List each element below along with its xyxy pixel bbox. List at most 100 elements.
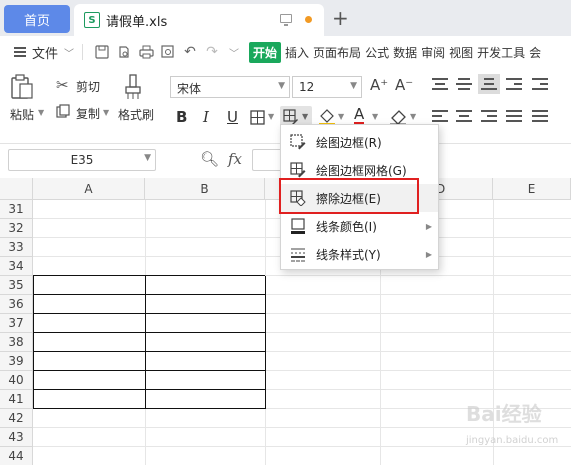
grow-font-button[interactable]: A⁺ xyxy=(370,76,388,94)
row-header-31[interactable]: 31 xyxy=(0,200,33,219)
tab-developer[interactable]: 开发工具 xyxy=(477,44,525,61)
scissors-icon[interactable]: ✂ xyxy=(56,76,69,94)
row-header-36[interactable]: 36 xyxy=(0,295,33,314)
format-painter-button[interactable] xyxy=(124,74,144,100)
name-box[interactable]: E35 ▼ xyxy=(8,149,156,171)
bordered-cell[interactable] xyxy=(146,390,266,409)
menu-item-line-style[interactable]: 线条样式(Y) ▶ xyxy=(281,240,438,268)
select-all-corner[interactable] xyxy=(0,178,33,200)
print-icon[interactable] xyxy=(135,42,157,62)
print-preview-icon[interactable] xyxy=(113,42,135,62)
indent-decrease-icon[interactable] xyxy=(506,78,522,90)
tab-data[interactable]: 数据 xyxy=(393,44,417,61)
bordered-cell[interactable] xyxy=(34,371,146,390)
clear-chevron-icon[interactable]: ▼ xyxy=(410,112,416,121)
borders-icon[interactable] xyxy=(250,110,265,128)
tab-review[interactable]: 审阅 xyxy=(421,44,445,61)
bordered-cell[interactable] xyxy=(34,352,146,371)
copy-button[interactable]: 复制 xyxy=(76,105,100,122)
search-preview-icon[interactable] xyxy=(157,42,179,62)
align-right-icon[interactable] xyxy=(481,110,497,122)
redo-icon[interactable]: ↷ xyxy=(201,42,223,62)
save-icon[interactable] xyxy=(91,42,113,62)
copy-chevron-icon[interactable]: ▼ xyxy=(103,108,109,117)
align-middle-icon[interactable] xyxy=(456,78,472,90)
shrink-font-button[interactable]: A⁻ xyxy=(395,76,413,94)
zoom-search-icon[interactable]: 🔍︎ xyxy=(200,150,219,168)
copy-icon[interactable] xyxy=(56,104,70,121)
align-left-icon[interactable] xyxy=(432,110,448,122)
bordered-cell[interactable] xyxy=(146,333,266,352)
italic-button[interactable]: I xyxy=(203,108,209,126)
cut-button[interactable]: 剪切 xyxy=(76,78,100,95)
fill-color-chevron-icon[interactable]: ▼ xyxy=(338,112,344,121)
more-chevron-icon[interactable]: ﹀ xyxy=(223,42,245,62)
column-header-a[interactable]: A xyxy=(33,178,145,200)
row-header-42[interactable]: 42 xyxy=(0,409,33,428)
row-header-44[interactable]: 44 xyxy=(0,447,33,465)
underline-button[interactable]: U xyxy=(227,108,238,126)
row-header-40[interactable]: 40 xyxy=(0,371,33,390)
bordered-range[interactable] xyxy=(33,275,266,409)
row-header-38[interactable]: 38 xyxy=(0,333,33,352)
row-header-41[interactable]: 41 xyxy=(0,390,33,409)
align-top-icon[interactable] xyxy=(432,78,448,90)
bordered-cell[interactable] xyxy=(146,352,266,371)
bordered-cell[interactable] xyxy=(34,333,146,352)
tab-formulas[interactable]: 公式 xyxy=(365,44,389,61)
row-header-43[interactable]: 43 xyxy=(0,428,33,447)
indent-increase-icon[interactable] xyxy=(532,78,548,90)
bordered-cell[interactable] xyxy=(146,371,266,390)
bordered-cell[interactable] xyxy=(146,314,266,333)
file-tab-label: 请假单.xls xyxy=(106,14,168,30)
paste-button[interactable] xyxy=(10,74,34,100)
tab-bar: 首页 S 请假单.xls + xyxy=(0,0,571,36)
tab-view[interactable]: 视图 xyxy=(449,44,473,61)
font-name-select[interactable]: 宋体 ▼ xyxy=(170,76,290,98)
bordered-cell[interactable] xyxy=(34,276,146,295)
row-header-37[interactable]: 37 xyxy=(0,314,33,333)
distribute-icon[interactable] xyxy=(532,110,548,122)
undo-icon[interactable]: ↶ xyxy=(179,42,201,62)
monitor-icon[interactable] xyxy=(280,14,292,26)
row-header-34[interactable]: 34 xyxy=(0,257,33,276)
menu-item-draw-border[interactable]: 绘图边框(R) xyxy=(281,128,438,156)
file-menu[interactable]: 文件 xyxy=(32,43,58,62)
submenu-arrow-icon: ▶ xyxy=(425,221,432,231)
tab-insert[interactable]: 插入 xyxy=(285,44,309,61)
new-tab-button[interactable]: + xyxy=(332,6,349,30)
column-header-b[interactable]: B xyxy=(145,178,265,200)
tab-page-layout[interactable]: 页面布局 xyxy=(313,44,361,61)
paste-label[interactable]: 粘贴 xyxy=(10,106,34,123)
fx-icon[interactable]: fx xyxy=(228,150,242,168)
chevron-down-icon: ▼ xyxy=(144,153,151,163)
bordered-cell[interactable] xyxy=(146,276,266,295)
hamburger-icon[interactable] xyxy=(14,47,26,57)
row-header-32[interactable]: 32 xyxy=(0,219,33,238)
home-tab[interactable]: 首页 xyxy=(4,5,70,33)
justify-icon[interactable] xyxy=(506,110,522,122)
clipboard-icon xyxy=(11,74,33,99)
row-header-33[interactable]: 33 xyxy=(0,238,33,257)
format-painter-label[interactable]: 格式刷 xyxy=(118,106,154,123)
bordered-cell[interactable] xyxy=(34,314,146,333)
font-size-select[interactable]: 12 ▼ xyxy=(292,76,362,98)
row-header-35[interactable]: 35 xyxy=(0,276,33,295)
formula-input[interactable] xyxy=(252,149,282,171)
align-center-icon[interactable] xyxy=(456,110,472,122)
borders-chevron-icon[interactable]: ▼ xyxy=(268,112,274,121)
tab-member[interactable]: 会 xyxy=(529,44,541,61)
bold-button[interactable]: B xyxy=(176,108,187,126)
font-color-chevron-icon[interactable]: ▼ xyxy=(372,112,378,121)
tab-start[interactable]: 开始 xyxy=(249,41,282,63)
chevron-down-icon[interactable]: ﹀ xyxy=(64,45,74,60)
column-header-e[interactable]: E xyxy=(493,178,571,200)
bordered-cell[interactable] xyxy=(34,390,146,409)
bordered-cell[interactable] xyxy=(146,295,266,314)
row-header-39[interactable]: 39 xyxy=(0,352,33,371)
font-color-button[interactable]: A xyxy=(354,106,365,125)
file-tab[interactable]: S 请假单.xls xyxy=(74,4,324,36)
bordered-cell[interactable] xyxy=(34,295,146,314)
menu-item-line-color[interactable]: 线条颜色(I) ▶ xyxy=(281,212,438,240)
paste-chevron-icon[interactable]: ▼ xyxy=(38,108,44,117)
